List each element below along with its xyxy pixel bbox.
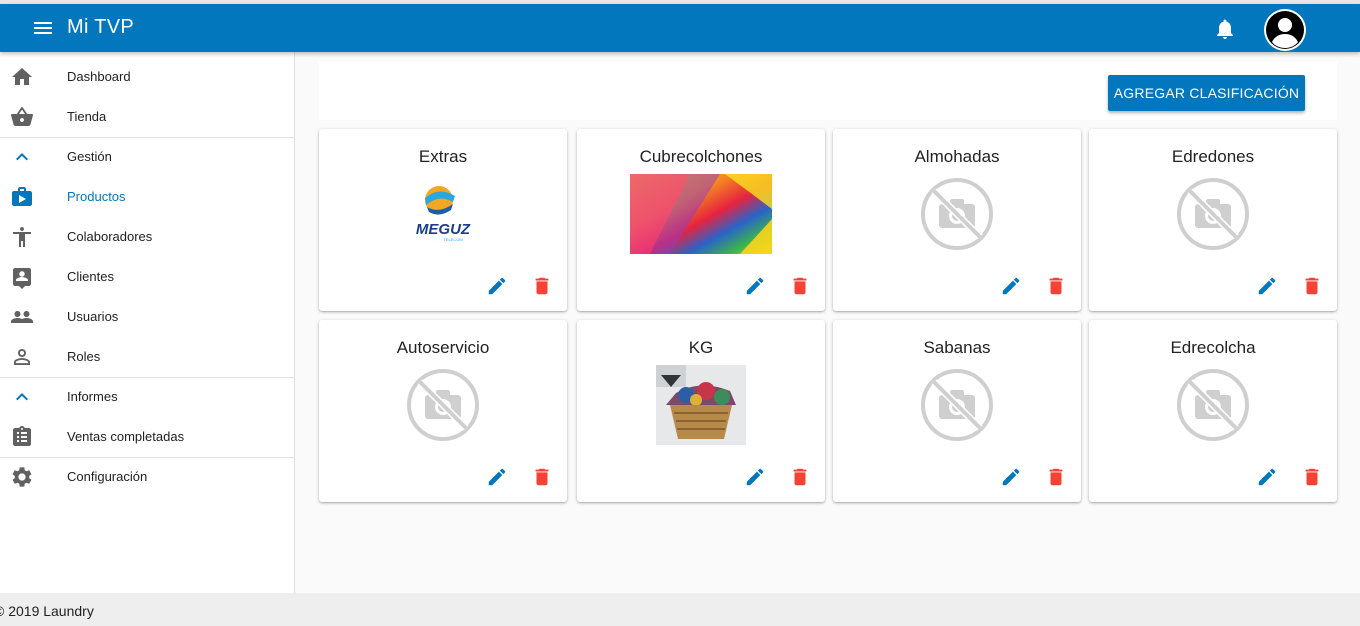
sidebar-item-configuracion[interactable]: Configuración xyxy=(0,457,294,497)
card-title: Cubrecolchones xyxy=(639,147,763,166)
sidebar-item-label: Gestión xyxy=(67,149,112,164)
category-card[interactable]: KG xyxy=(577,320,825,502)
sidebar-item-tienda[interactable]: Tienda xyxy=(0,97,294,137)
add-classification-button[interactable]: AGREGAR CLASIFICACIÓN xyxy=(1108,75,1305,111)
sidebar-item-roles[interactable]: Roles xyxy=(0,337,294,377)
sidebar-item-label: Clientes xyxy=(67,269,114,284)
basket-icon xyxy=(11,106,33,126)
laundry-basket-image xyxy=(656,365,746,445)
card-title: Almohadas xyxy=(914,147,1000,166)
card-title: Extras xyxy=(418,147,468,166)
home-icon xyxy=(12,68,32,85)
category-card[interactable]: Edrecolcha xyxy=(1089,320,1337,502)
no-image-icon xyxy=(407,369,479,441)
sidebar-item-usuarios[interactable]: Usuarios xyxy=(0,297,294,337)
chevron-up-icon xyxy=(16,393,28,401)
sidebar-item-label: Tienda xyxy=(67,109,107,124)
sidebar-item-ventas-completadas[interactable]: Ventas completadas xyxy=(0,417,294,457)
sidebar-item-label: Dashboard xyxy=(67,69,131,84)
no-image-icon xyxy=(921,369,993,441)
app-bar: Mi TVP xyxy=(0,4,1360,52)
no-image-icon xyxy=(921,178,993,250)
sidebar-item-clientes[interactable]: Clientes xyxy=(0,257,294,297)
sidebar-item-label: Configuración xyxy=(67,469,148,484)
app-title: Mi TVP xyxy=(67,16,134,38)
delete-icon[interactable] xyxy=(1045,275,1067,297)
delete-icon[interactable] xyxy=(1301,466,1323,488)
card-title: Sabanas xyxy=(923,338,991,357)
delete-icon[interactable] xyxy=(531,466,553,488)
person-icon xyxy=(13,227,31,247)
account-icon xyxy=(1266,11,1304,49)
sidebar-item-label: Colaboradores xyxy=(67,229,153,244)
menu-icon[interactable] xyxy=(30,16,56,40)
sidebar-item-label: Roles xyxy=(67,349,101,364)
edit-icon[interactable] xyxy=(1000,466,1022,488)
no-image-icon xyxy=(1177,369,1249,441)
card-title: KG xyxy=(688,338,714,357)
footer: © 2019 Laundry xyxy=(0,593,1360,626)
category-card[interactable]: Sabanas xyxy=(833,320,1081,502)
category-card[interactable]: Almohadas xyxy=(833,129,1081,311)
notification-bell-icon[interactable] xyxy=(1213,17,1237,41)
footer-copyright: © 2019 Laundry xyxy=(0,603,94,619)
chevron-up-icon xyxy=(16,153,28,161)
sidebar-group-informes[interactable]: Informes xyxy=(0,377,294,417)
logo-text: MEGUZ xyxy=(416,221,471,238)
contact-card-icon xyxy=(13,268,31,289)
clipboard-icon xyxy=(13,426,31,446)
person-outline-icon xyxy=(14,349,30,365)
sidebar-item-productos[interactable]: Productos xyxy=(0,177,294,217)
sidebar-group-gestion[interactable]: Gestión xyxy=(0,137,294,177)
sidebar-item-label: Usuarios xyxy=(67,309,119,324)
meguz-logo-image: MEGUZ TELECOM xyxy=(416,186,471,242)
logo-subtext: TELECOM xyxy=(443,237,462,242)
delete-icon[interactable] xyxy=(789,466,811,488)
sidebar-item-label: Productos xyxy=(67,189,126,204)
card-title: Edredones xyxy=(1171,147,1255,166)
category-card[interactable]: Autoservicio xyxy=(319,320,567,502)
category-card[interactable]: Extras MEGUZ TELECOM xyxy=(319,129,567,311)
edit-icon[interactable] xyxy=(1000,275,1022,297)
sidebar-item-dashboard[interactable]: Dashboard xyxy=(0,57,294,97)
edit-icon[interactable] xyxy=(486,275,508,297)
sidebar-item-colaboradores[interactable]: Colaboradores xyxy=(0,217,294,257)
delete-icon[interactable] xyxy=(789,275,811,297)
edit-icon[interactable] xyxy=(1256,275,1278,297)
delete-icon[interactable] xyxy=(1301,275,1323,297)
edit-icon[interactable] xyxy=(1256,466,1278,488)
edit-icon[interactable] xyxy=(486,466,508,488)
sidebar-item-label: Informes xyxy=(67,389,118,404)
delete-icon[interactable] xyxy=(531,275,553,297)
edit-icon[interactable] xyxy=(744,275,766,297)
people-icon xyxy=(11,311,33,323)
sidebar-item-label: Ventas completadas xyxy=(67,429,185,444)
edit-icon[interactable] xyxy=(744,466,766,488)
no-image-icon xyxy=(1177,178,1249,250)
product-icon xyxy=(12,187,32,206)
card-title: Edrecolcha xyxy=(1170,338,1256,357)
sidebar: Dashboard Tienda Gestión Productos Colab… xyxy=(0,52,295,593)
category-card[interactable]: Edredones xyxy=(1089,129,1337,311)
delete-icon[interactable] xyxy=(1045,466,1067,488)
gear-icon xyxy=(12,467,32,487)
user-avatar[interactable] xyxy=(1264,9,1306,51)
colorful-fabric-image xyxy=(630,174,772,254)
card-title: Autoservicio xyxy=(396,338,490,357)
category-card[interactable]: Cubrecolchones xyxy=(577,129,825,311)
